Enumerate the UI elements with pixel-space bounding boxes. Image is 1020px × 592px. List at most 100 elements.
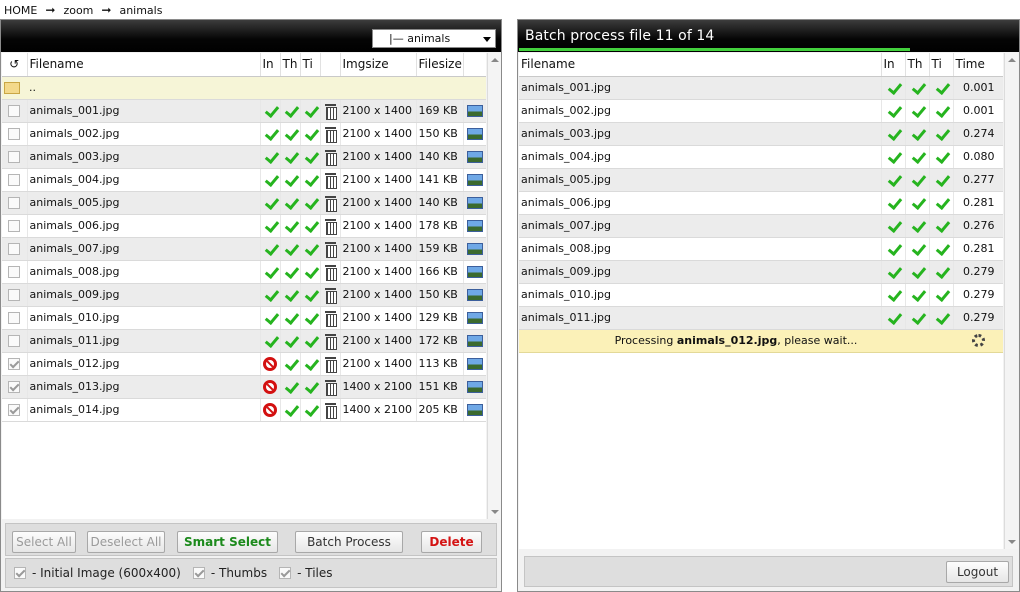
trash-icon[interactable] xyxy=(324,241,337,258)
row-checkbox[interactable] xyxy=(8,174,21,186)
filesize-cell: 205 KB xyxy=(416,398,464,422)
file-browser-panel: |— animals ↺ Filename In Th Ti Imgsize F… xyxy=(0,19,502,592)
th-status-cell xyxy=(280,398,301,422)
table-row: animals_008.jpg 2100 x 1400 166 KB xyxy=(2,260,486,284)
image-preview-icon[interactable] xyxy=(466,289,483,301)
initial-image-checkbox[interactable] xyxy=(14,567,26,579)
col-in: In xyxy=(881,53,906,77)
row-checkbox[interactable] xyxy=(8,197,21,209)
th-status-cell xyxy=(280,352,301,376)
image-preview-icon[interactable] xyxy=(466,220,483,232)
filename-cell[interactable]: animals_014.jpg xyxy=(27,398,261,422)
trash-icon[interactable] xyxy=(324,379,337,396)
batch-process-button[interactable]: Batch Process xyxy=(295,531,403,553)
filename-cell[interactable]: animals_013.jpg xyxy=(27,375,261,399)
filename-cell[interactable]: animals_003.jpg xyxy=(27,145,261,169)
row-checkbox[interactable] xyxy=(8,128,21,140)
folder-select[interactable]: |— animals xyxy=(372,29,496,48)
image-preview-icon[interactable] xyxy=(466,358,483,370)
filename-cell[interactable]: animals_011.jpg xyxy=(27,329,261,353)
scroll-up-icon[interactable] xyxy=(1008,58,1016,62)
tiles-checkbox[interactable] xyxy=(279,567,292,579)
preview-cell xyxy=(463,283,486,307)
row-checkbox[interactable] xyxy=(8,105,21,117)
filename-cell[interactable]: animals_002.jpg xyxy=(27,122,261,146)
filesize-cell: 140 KB xyxy=(416,191,464,215)
image-preview-icon[interactable] xyxy=(466,197,483,209)
deselect-all-button[interactable]: Deselect All xyxy=(87,531,165,553)
row-checkbox[interactable] xyxy=(8,243,21,255)
scroll-down-icon[interactable] xyxy=(491,510,499,514)
filename-cell[interactable]: animals_005.jpg xyxy=(27,191,261,215)
trash-icon[interactable] xyxy=(324,333,337,350)
trash-icon[interactable] xyxy=(324,356,337,373)
th-status-cell xyxy=(280,122,301,146)
trash-icon[interactable] xyxy=(324,126,337,143)
trash-icon[interactable] xyxy=(324,287,337,304)
row-checkbox[interactable] xyxy=(8,220,21,232)
row-checkbox[interactable] xyxy=(8,312,21,324)
check-icon xyxy=(910,242,925,256)
check-icon xyxy=(934,242,949,256)
select-all-button[interactable]: Select All xyxy=(12,531,76,553)
filename-cell[interactable]: animals_007.jpg xyxy=(27,237,261,261)
batch-list-scrollbar[interactable] xyxy=(1004,53,1018,549)
check-icon xyxy=(303,311,318,325)
trash-icon[interactable] xyxy=(324,149,337,166)
folder-icon-cell xyxy=(2,76,27,100)
smart-select-button[interactable]: Smart Select xyxy=(177,531,278,553)
row-checkbox[interactable] xyxy=(8,335,21,347)
trash-icon[interactable] xyxy=(324,310,337,327)
image-preview-icon[interactable] xyxy=(466,105,483,117)
filename-cell[interactable]: animals_012.jpg xyxy=(27,352,261,376)
image-preview-icon[interactable] xyxy=(466,174,483,186)
row-checkbox[interactable] xyxy=(8,381,21,393)
row-checkbox[interactable] xyxy=(8,266,21,278)
preview-cell xyxy=(463,168,486,192)
image-preview-icon[interactable] xyxy=(466,128,483,140)
trash-icon[interactable] xyxy=(324,402,337,419)
parent-folder-label[interactable]: .. xyxy=(27,76,486,100)
th-status-cell xyxy=(905,122,930,146)
row-checkbox[interactable] xyxy=(8,289,21,301)
delete-button[interactable]: Delete xyxy=(421,531,482,553)
breadcrumb-home[interactable]: HOME xyxy=(4,4,37,17)
scroll-down-icon[interactable] xyxy=(1008,540,1016,544)
check-icon xyxy=(283,242,298,256)
th-status-cell xyxy=(280,191,301,215)
trash-icon[interactable] xyxy=(324,218,337,235)
filename-cell[interactable]: animals_001.jpg xyxy=(27,99,261,123)
check-icon xyxy=(910,311,925,325)
breadcrumb-zoom[interactable]: zoom xyxy=(63,4,93,17)
image-preview-icon[interactable] xyxy=(466,312,483,324)
select-cell xyxy=(2,306,28,330)
image-preview-icon[interactable] xyxy=(466,243,483,255)
logout-button[interactable]: Logout xyxy=(946,561,1009,583)
image-preview-icon[interactable] xyxy=(466,266,483,278)
image-preview-icon[interactable] xyxy=(466,335,483,347)
refresh-icon[interactable]: ↺ xyxy=(2,53,28,77)
thumbs-checkbox[interactable] xyxy=(192,567,205,579)
filename-cell[interactable]: animals_004.jpg xyxy=(27,168,261,192)
filename-cell[interactable]: animals_006.jpg xyxy=(27,214,261,238)
trash-icon[interactable] xyxy=(324,103,337,120)
imgsize-cell: 2100 x 1400 xyxy=(340,99,417,123)
image-preview-icon[interactable] xyxy=(466,381,483,393)
row-checkbox[interactable] xyxy=(8,404,21,416)
scroll-up-icon[interactable] xyxy=(491,58,499,62)
trash-icon[interactable] xyxy=(324,195,337,212)
parent-folder-row[interactable]: .. xyxy=(2,76,486,100)
row-checkbox[interactable] xyxy=(8,358,21,370)
imgsize-cell: 2100 x 1400 xyxy=(340,191,417,215)
trash-icon[interactable] xyxy=(324,172,337,189)
processing-file: animals_012.jpg xyxy=(676,334,778,347)
trash-icon[interactable] xyxy=(324,264,337,281)
file-list-scrollbar[interactable] xyxy=(487,53,501,519)
filename-cell[interactable]: animals_009.jpg xyxy=(27,283,261,307)
col-th: Th xyxy=(280,53,301,77)
row-checkbox[interactable] xyxy=(8,151,21,163)
filename-cell[interactable]: animals_010.jpg xyxy=(27,306,261,330)
image-preview-icon[interactable] xyxy=(466,404,483,416)
image-preview-icon[interactable] xyxy=(466,151,483,163)
filename-cell[interactable]: animals_008.jpg xyxy=(27,260,261,284)
